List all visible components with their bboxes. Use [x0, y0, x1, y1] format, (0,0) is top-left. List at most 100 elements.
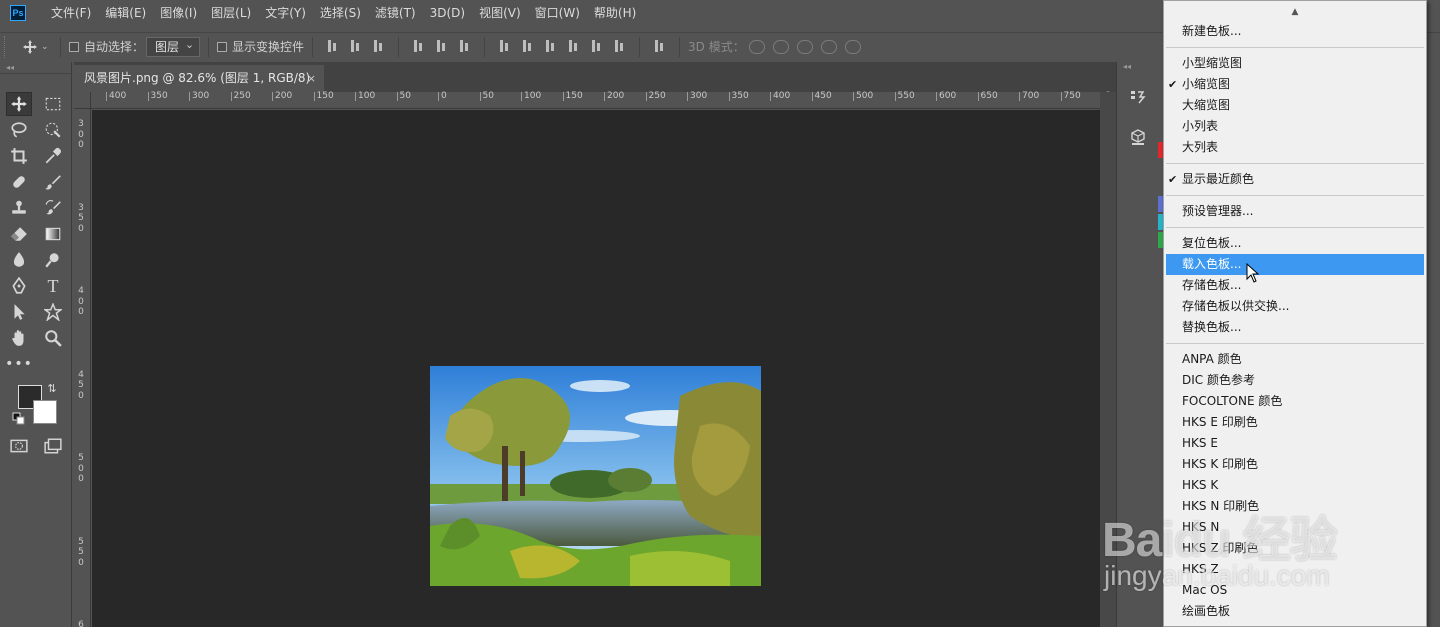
menu-item[interactable]: HKS K 印刷色: [1164, 454, 1426, 475]
align-vertical-center-icon[interactable]: [349, 40, 362, 53]
eyedropper-tool-icon[interactable]: [40, 144, 66, 168]
menu-item[interactable]: HKS E: [1164, 433, 1426, 454]
type-tool-icon[interactable]: T: [40, 274, 66, 298]
align-bottom-icon[interactable]: [372, 40, 385, 53]
distribute-horizontal-center-icon[interactable]: [590, 40, 603, 53]
menu-item[interactable]: 3D(D): [423, 0, 472, 26]
menu-item[interactable]: HKS E 印刷色: [1164, 412, 1426, 433]
align-left-icon[interactable]: [412, 40, 425, 53]
options-grip[interactable]: [4, 35, 8, 58]
scale-3d-icon[interactable]: [844, 39, 861, 54]
menu-item[interactable]: 小型缩览图: [1164, 53, 1426, 74]
layer-select-dropdown[interactable]: 图层: [146, 36, 201, 57]
landscape-photo[interactable]: [430, 366, 761, 586]
healing-brush-tool-icon[interactable]: [6, 170, 32, 194]
move-tool-preset-icon[interactable]: ⌄: [22, 39, 52, 55]
lasso-tool-icon[interactable]: [6, 118, 32, 142]
menu-item[interactable]: HKS N: [1164, 517, 1426, 538]
menu-item[interactable]: ANPA 颜色: [1164, 349, 1426, 370]
close-tab-icon[interactable]: ×: [307, 65, 316, 92]
ruler-origin[interactable]: [74, 92, 91, 109]
distribute-vertical-center-icon[interactable]: [521, 40, 534, 53]
distribute-bottom-icon[interactable]: [544, 40, 557, 53]
align-horizontal-center-icon[interactable]: [435, 40, 448, 53]
pan-3d-icon[interactable]: [796, 39, 813, 54]
slide-3d-icon[interactable]: [820, 39, 837, 54]
menu-item[interactable]: 载入色板...: [1166, 254, 1424, 275]
show-transform-checkbox[interactable]: [217, 41, 228, 52]
blur-tool-icon[interactable]: [6, 248, 32, 272]
distribute-top-icon[interactable]: [498, 40, 511, 53]
photoshop-logo-icon[interactable]: Ps: [10, 5, 26, 21]
ruler-tick-label: 450: [811, 92, 832, 101]
menu-item[interactable]: 存储色板...: [1164, 275, 1426, 296]
menu-scroll-up-icon[interactable]: ▲: [1164, 1, 1426, 21]
stamp-tool-icon[interactable]: [6, 196, 32, 220]
menu-item[interactable]: HKS Z 印刷色: [1164, 538, 1426, 559]
default-colors-icon[interactable]: [12, 412, 26, 426]
more-tools-icon[interactable]: •••: [5, 352, 32, 376]
menu-item[interactable]: 预设管理器...: [1164, 201, 1426, 222]
menu-item[interactable]: 视图(V): [472, 0, 528, 26]
background-color-swatch[interactable]: [33, 400, 57, 424]
distribute-right-icon[interactable]: [613, 40, 626, 53]
menu-item[interactable]: 小缩览图: [1164, 74, 1426, 95]
vertical-ruler[interactable]: 300350400450500550600: [74, 109, 91, 627]
menu-item[interactable]: 新建色板...: [1164, 21, 1426, 42]
orbit-3d-icon[interactable]: [748, 39, 765, 54]
document-tab[interactable]: 风景图片.png @ 82.6% (图层 1, RGB/8) ×: [74, 65, 324, 92]
quick-mask-icon[interactable]: [6, 434, 32, 458]
menu-item[interactable]: 替换色板...: [1164, 317, 1426, 338]
menu-item[interactable]: 存储色板以供交换...: [1164, 296, 1426, 317]
auto-select-checkbox[interactable]: [69, 41, 79, 52]
gradient-tool-icon[interactable]: [40, 222, 66, 246]
menu-item[interactable]: 大缩览图: [1164, 95, 1426, 116]
menu-item[interactable]: 滤镜(T): [368, 0, 423, 26]
align-right-icon[interactable]: [458, 40, 471, 53]
roll-3d-icon[interactable]: [772, 39, 789, 54]
menu-item[interactable]: 复位色板...: [1164, 233, 1426, 254]
path-selection-tool-icon[interactable]: [6, 300, 32, 324]
menu-item[interactable]: 图像(I): [153, 0, 204, 26]
dock-collapse-icon[interactable]: ◂◂: [1123, 62, 1131, 71]
dodge-tool-icon[interactable]: [40, 248, 66, 272]
3d-panel-icon[interactable]: [1129, 128, 1147, 146]
pen-tool-icon[interactable]: [6, 274, 32, 298]
menu-item[interactable]: 大列表: [1164, 137, 1426, 158]
horizontal-ruler[interactable]: 400 350 300 250 200 150 100 50 0 50 100 150 200 250 30…: [91, 92, 1111, 109]
distribute-left-icon[interactable]: [567, 40, 580, 53]
menu-item[interactable]: HKS K: [1164, 475, 1426, 496]
properties-panel-icon[interactable]: [1129, 88, 1147, 106]
menu-item[interactable]: FOCOLTONE 颜色: [1164, 391, 1426, 412]
swap-colors-icon[interactable]: ⇅: [44, 380, 60, 396]
align-top-icon[interactable]: [326, 40, 339, 53]
menu-item[interactable]: 显示最近颜色: [1164, 169, 1426, 190]
menu-item[interactable]: 窗口(W): [528, 0, 587, 26]
history-brush-tool-icon[interactable]: [40, 196, 66, 220]
menu-item[interactable]: HKS Z: [1164, 559, 1426, 580]
menu-item[interactable]: 绘画色板: [1164, 601, 1426, 622]
custom-shape-tool-icon[interactable]: [40, 300, 66, 324]
marquee-tool-icon[interactable]: [40, 92, 66, 116]
zoom-tool-icon[interactable]: [40, 326, 66, 350]
menu-item[interactable]: 文字(Y): [258, 0, 313, 26]
auto-align-icon[interactable]: [653, 40, 666, 53]
screen-mode-icon[interactable]: [40, 434, 66, 458]
tools-panel-collapse[interactable]: ◂◂: [0, 62, 71, 74]
menu-item[interactable]: DIC 颜色参考: [1164, 370, 1426, 391]
menu-item[interactable]: 帮助(H): [587, 0, 643, 26]
eraser-tool-icon[interactable]: [6, 222, 32, 246]
crop-tool-icon[interactable]: [6, 144, 32, 168]
canvas-vertical-scrollbar[interactable]: [1100, 92, 1116, 627]
menu-item[interactable]: Mac OS: [1164, 580, 1426, 601]
hand-tool-icon[interactable]: [6, 326, 32, 350]
menu-item[interactable]: 图层(L): [204, 0, 258, 26]
menu-item[interactable]: 编辑(E): [98, 0, 153, 26]
menu-item[interactable]: 选择(S): [313, 0, 368, 26]
brush-tool-icon[interactable]: [40, 170, 66, 194]
quick-selection-tool-icon[interactable]: [40, 118, 66, 142]
menu-item[interactable]: 小列表: [1164, 116, 1426, 137]
move-tool-icon[interactable]: [6, 92, 32, 116]
menu-item[interactable]: HKS N 印刷色: [1164, 496, 1426, 517]
menu-item[interactable]: 文件(F): [44, 0, 98, 26]
